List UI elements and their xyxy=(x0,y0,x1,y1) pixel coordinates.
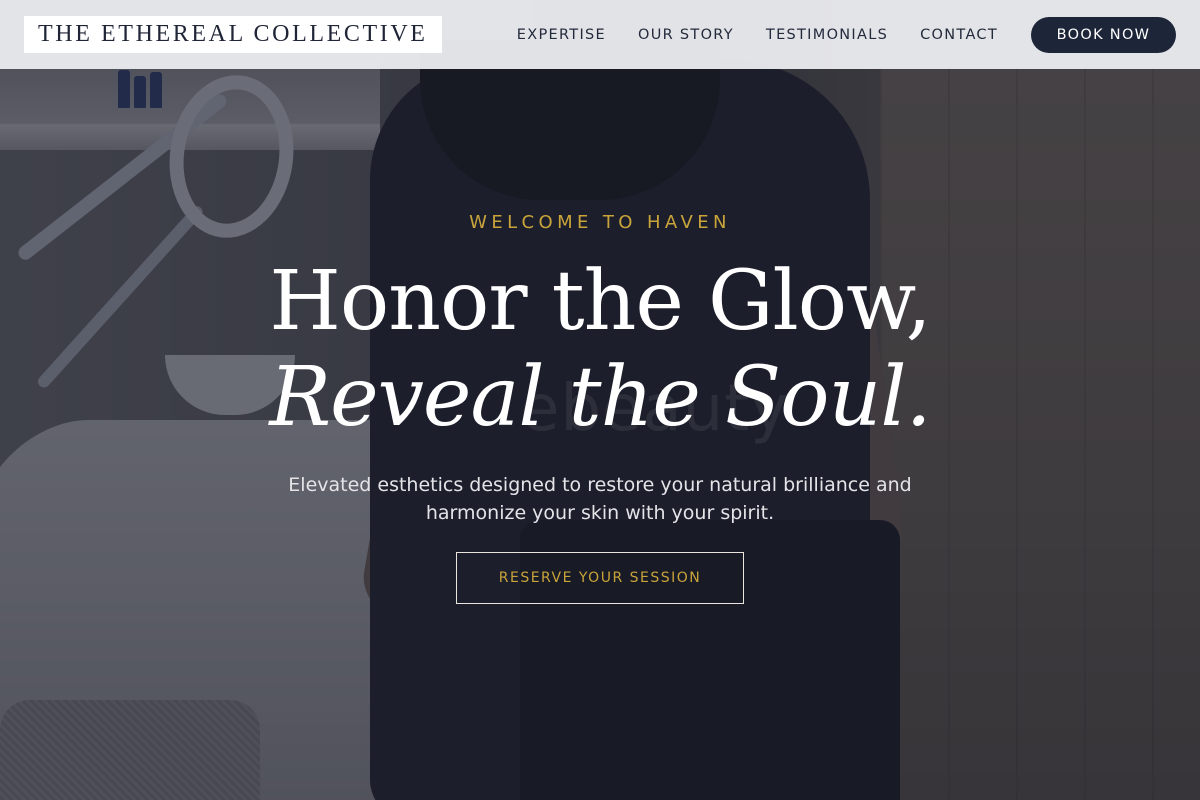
nav-link-our-story[interactable]: OUR STORY xyxy=(638,27,734,43)
nav-link-expertise[interactable]: EXPERTISE xyxy=(517,27,606,43)
landing-page: ebeauty WELCOME TO HAVEN Honor the Glow,… xyxy=(0,0,1200,800)
hero-section: WELCOME TO HAVEN Honor the Glow, Reveal … xyxy=(0,0,1200,800)
hero-subheading: Elevated esthetics designed to restore y… xyxy=(288,474,912,524)
hero-headline: Honor the Glow, Reveal the Soul. xyxy=(0,254,1200,446)
nav-link-testimonials[interactable]: TESTIMONIALS xyxy=(766,27,888,43)
site-logo[interactable]: THE ETHEREAL COLLECTIVE xyxy=(24,16,442,53)
main-nav: EXPERTISE OUR STORY TESTIMONIALS CONTACT xyxy=(517,27,998,43)
hero-eyebrow: WELCOME TO HAVEN xyxy=(469,212,731,233)
site-header: THE ETHEREAL COLLECTIVE EXPERTISE OUR ST… xyxy=(0,0,1200,69)
headline-line-2: Reveal the Soul. xyxy=(269,350,931,445)
book-now-button[interactable]: BOOK NOW xyxy=(1031,16,1176,53)
headline-line-1: Honor the Glow, xyxy=(269,254,931,349)
nav-link-contact[interactable]: CONTACT xyxy=(920,27,998,43)
reserve-session-button[interactable]: RESERVE YOUR SESSION xyxy=(456,552,744,604)
